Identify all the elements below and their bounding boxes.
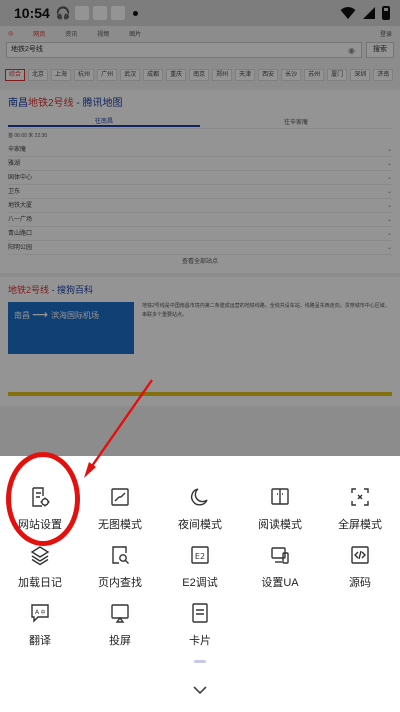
moon-icon [189, 486, 211, 508]
night-mode-button[interactable]: 夜间模式 [160, 484, 240, 542]
menu-label: 卡片 [189, 635, 211, 647]
menu-label: 页内查找 [98, 577, 142, 589]
card-icon [189, 602, 211, 624]
find-in-page-icon [109, 544, 131, 566]
menu-label: 无图模式 [98, 519, 142, 531]
cast-screen-button[interactable]: 投屏 [80, 600, 160, 658]
reader-icon [269, 486, 291, 508]
reader-mode-button[interactable]: 阅读模式 [240, 484, 320, 542]
translate-button[interactable]: A中 翻译 [0, 600, 80, 658]
collapse-sheet-button[interactable] [186, 680, 214, 700]
chevron-down-icon [193, 686, 207, 695]
cast-icon [109, 602, 131, 624]
card-button[interactable]: 卡片 [160, 600, 240, 658]
svg-text:中: 中 [40, 609, 45, 616]
fullscreen-icon [349, 486, 371, 508]
dim-overlay[interactable] [0, 0, 400, 456]
no-image-mode-button[interactable]: 无图模式 [80, 484, 160, 542]
menu-label: 设置UA [261, 577, 299, 589]
svg-text:E2: E2 [195, 552, 205, 561]
e2-debug-button[interactable]: E2 E2调试 [160, 542, 240, 600]
e2-icon: E2 [189, 544, 211, 566]
menu-label: 投屏 [109, 635, 131, 647]
page-indicator [194, 660, 206, 663]
menu-label: 加载日记 [18, 577, 62, 589]
translate-icon: A中 [29, 602, 51, 624]
find-in-page-button[interactable]: 页内查找 [80, 542, 160, 600]
fullscreen-mode-button[interactable]: 全屏模式 [320, 484, 400, 542]
devices-icon [269, 544, 291, 566]
load-log-button[interactable]: 加载日记 [0, 542, 80, 600]
code-icon [349, 544, 371, 566]
menu-label: 阅读模式 [258, 519, 302, 531]
tools-row: 加载日记 页内查找 E2 E2调试 设置UA 源码 [0, 542, 400, 600]
menu-label: E2调试 [182, 577, 218, 589]
set-ua-button[interactable]: 设置UA [240, 542, 320, 600]
menu-label: 源码 [349, 577, 371, 589]
source-code-button[interactable]: 源码 [320, 542, 400, 600]
menu-label: 翻译 [29, 635, 51, 647]
layers-icon [29, 544, 51, 566]
menu-label: 夜间模式 [178, 519, 222, 531]
highlight-circle [6, 452, 80, 546]
no-image-icon [109, 486, 131, 508]
tools-row: A中 翻译 投屏 卡片 [0, 600, 400, 658]
svg-text:A: A [35, 609, 40, 616]
menu-label: 全屏模式 [338, 519, 382, 531]
